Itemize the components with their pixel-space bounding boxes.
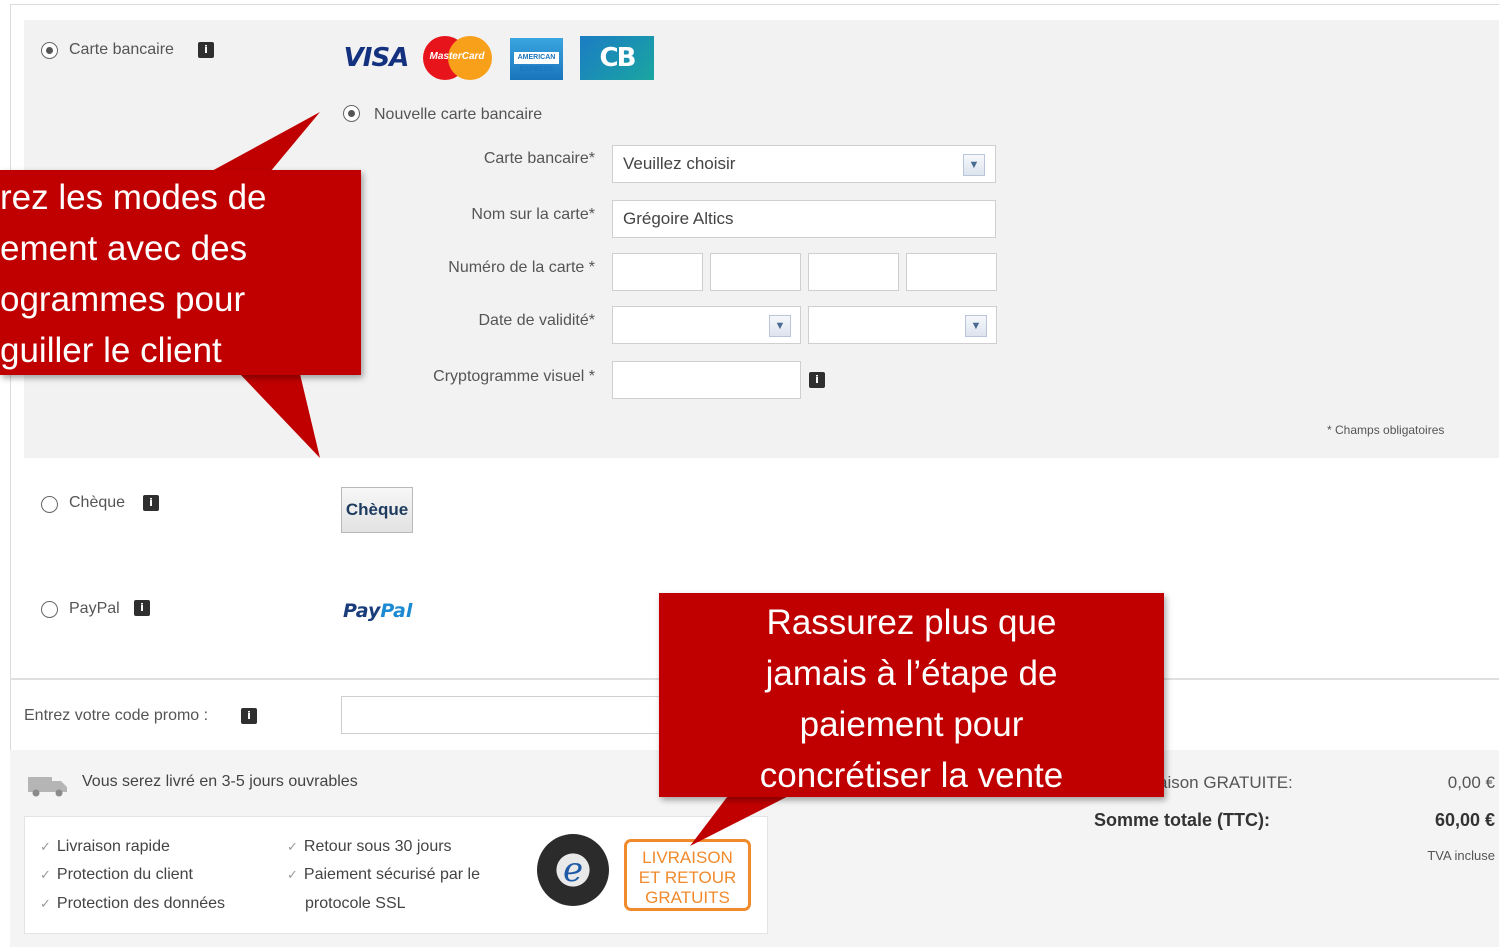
check-icon: ✓ — [40, 867, 51, 882]
guarantee-item: ✓ Paiement sécurisé par le — [287, 866, 480, 883]
cvv-label: Cryptogramme visuel * — [433, 368, 595, 385]
required-fields-note: * Champs obligatoires — [1327, 423, 1445, 437]
chevron-down-icon[interactable]: ▼ — [965, 315, 987, 337]
card-name-input[interactable]: Grégoire Altics — [612, 200, 996, 238]
guarantee-item: ✓ Protection du client — [40, 866, 193, 883]
info-icon[interactable]: i — [143, 495, 159, 511]
expiry-label: Date de validité* — [478, 312, 595, 329]
total-value: 60,00 € — [1434, 810, 1495, 830]
visa-logo: VISA — [343, 43, 410, 73]
chevron-down-icon[interactable]: ▼ — [963, 154, 985, 176]
paypal-logo: PayPal — [343, 600, 413, 622]
card-type-label: Carte bancaire* — [483, 150, 595, 167]
check-icon: ✓ — [40, 896, 51, 911]
vat-note: TVA incluse — [1427, 848, 1495, 863]
trusted-shops-seal: e — [537, 834, 609, 906]
callout-left: rez les modes de ement avec des ogrammes… — [0, 170, 361, 375]
check-icon: ✓ — [287, 839, 298, 854]
info-icon[interactable]: i — [241, 708, 257, 724]
shipping-label: aison GRATUITE: — [1158, 773, 1293, 792]
cb-logo: CB — [580, 36, 654, 80]
promo-label: Entrez votre code promo : — [24, 707, 209, 724]
guarantee-item: ✓ Protection des données — [40, 895, 226, 912]
delivery-time-text: Vous serez livré en 3-5 jours ouvrables — [82, 773, 358, 790]
callout-right: Rassurez plus que jamais à l’étape de pa… — [659, 593, 1164, 797]
shipping-value: 0,00 € — [1447, 773, 1495, 792]
total-label: Somme totale (TTC): — [1094, 810, 1271, 830]
paypal-radio[interactable] — [41, 601, 58, 618]
card-number-field-3[interactable] — [808, 253, 899, 291]
cheque-radio[interactable] — [41, 496, 58, 513]
card-number-field-2[interactable] — [710, 253, 801, 291]
card-name-label: Nom sur la carte* — [471, 206, 595, 223]
card-number-field-4[interactable] — [906, 253, 997, 291]
guarantee-item-continued: protocole SSL — [305, 895, 406, 912]
card-number-label: Numéro de la carte * — [448, 259, 595, 276]
card-number-field-1[interactable] — [612, 253, 703, 291]
card-radio[interactable] — [41, 42, 58, 59]
guarantee-item: ✓ Livraison rapide — [40, 838, 170, 855]
amex-logo: AMERICAN EXPRESS — [510, 38, 563, 80]
guarantee-item: ✓ Retour sous 30 jours — [287, 838, 452, 855]
check-icon: ✓ — [287, 867, 298, 882]
info-icon[interactable]: i — [198, 42, 214, 58]
info-icon[interactable]: i — [809, 372, 825, 388]
card-option-label[interactable]: Carte bancaire — [69, 41, 174, 59]
check-icon: ✓ — [40, 839, 51, 854]
cheque-option-label[interactable]: Chèque — [69, 494, 125, 512]
card-type-select[interactable]: Veuillez choisir — [612, 145, 996, 183]
info-icon[interactable]: i — [134, 600, 150, 616]
promo-code-input[interactable] — [341, 696, 671, 734]
paypal-option-label[interactable]: PayPal — [69, 600, 120, 618]
truck-icon — [28, 777, 67, 797]
cheque-logo: Chèque — [341, 487, 413, 533]
new-card-radio[interactable] — [343, 105, 360, 122]
chevron-down-icon[interactable]: ▼ — [769, 315, 791, 337]
mastercard-logo: MasterCard — [421, 36, 493, 80]
cvv-input[interactable] — [612, 361, 801, 399]
new-card-label[interactable]: Nouvelle carte bancaire — [374, 106, 542, 124]
